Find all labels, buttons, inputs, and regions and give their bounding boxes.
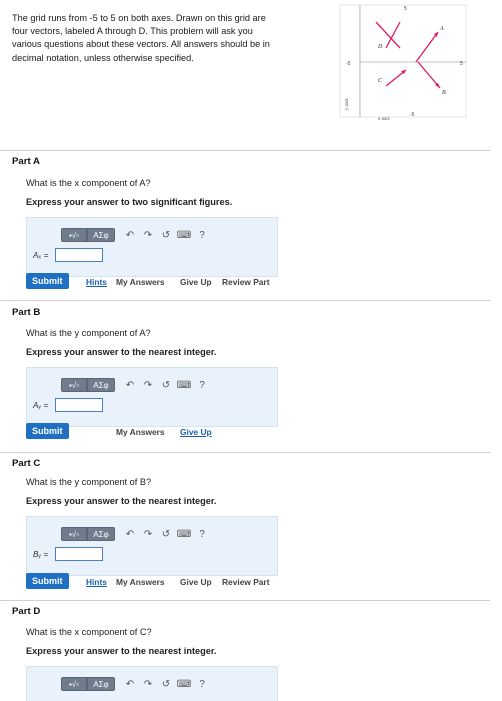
part-c-answer-input[interactable] <box>55 547 103 561</box>
help-icon[interactable]: ? <box>193 679 211 690</box>
part-b-submit-button[interactable]: Submit <box>26 423 69 439</box>
part-a-answer-editor: ▪√▫ ΑΣφ ↶ ↷ ↺ ⌨ ? Aₓ = <box>26 217 278 277</box>
undo-icon[interactable]: ↶ <box>121 230 139 241</box>
part-divider <box>0 600 490 601</box>
greek-button[interactable]: ΑΣφ <box>87 677 115 691</box>
template-button[interactable]: ▪√▫ <box>61 228 87 242</box>
part-b-answer-input[interactable] <box>55 398 103 412</box>
template-button[interactable]: ▪√▫ <box>61 527 87 541</box>
part-c-hints-link[interactable]: Hints <box>86 577 107 587</box>
part-a-question: What is the x component of A? <box>26 178 151 188</box>
part-a-my-answers-link[interactable]: My Answers <box>116 277 165 287</box>
part-c-title: Part C <box>12 458 41 469</box>
intro-line: decimal notation, unless otherwise speci… <box>12 52 194 63</box>
part-d-title: Part D <box>12 606 41 617</box>
redo-icon[interactable]: ↷ <box>139 380 157 391</box>
tick-bottom: -5 <box>410 112 415 118</box>
vector-grid-figure: A B C D 5 -5 5 -5 x axis y axis <box>338 0 478 130</box>
part-b-my-answers-link[interactable]: My Answers <box>116 427 165 437</box>
tick-top: 5 <box>404 6 407 12</box>
template-button[interactable]: ▪√▫ <box>61 677 87 691</box>
part-d-answer-editor: ▪√▫ ΑΣφ ↶ ↷ ↺ ⌨ ? <box>26 666 278 701</box>
part-c-my-answers-link[interactable]: My Answers <box>116 577 165 587</box>
help-icon[interactable]: ? <box>193 380 211 391</box>
part-divider <box>0 150 490 151</box>
part-c-question: What is the y component of B? <box>26 477 152 487</box>
vector-grid-svg: A B C D 5 -5 5 -5 x axis y axis <box>339 4 467 122</box>
editor-toolbar: ▪√▫ ΑΣφ ↶ ↷ ↺ ⌨ ? <box>61 378 211 392</box>
help-icon[interactable]: ? <box>193 529 211 540</box>
intro-line: four vectors, labeled A through D. This … <box>12 26 253 37</box>
tick-right: 5 <box>460 61 463 67</box>
part-a-title: Part A <box>12 156 40 167</box>
part-c-instruction: Express your answer to the nearest integ… <box>26 496 217 506</box>
vector-label-b: B <box>442 90 446 96</box>
greek-button[interactable]: ΑΣφ <box>87 228 115 242</box>
intro-line: The grid runs from -5 to 5 on both axes.… <box>12 13 266 23</box>
intro-line: various questions about these vectors. A… <box>12 39 270 50</box>
part-a-give-up-link[interactable]: Give Up <box>180 277 212 287</box>
part-c-answer-editor: ▪√▫ ΑΣφ ↶ ↷ ↺ ⌨ ? Bᵧ = <box>26 516 278 576</box>
reset-icon[interactable]: ↺ <box>157 230 175 241</box>
vector-label-a: A <box>439 26 444 32</box>
x-axis-label: x axis <box>377 117 390 122</box>
y-axis-label: y axis <box>345 98 350 111</box>
part-d-question: What is the x component of C? <box>26 627 152 637</box>
part-a-variable-label: Aₓ = <box>33 251 49 260</box>
help-icon[interactable]: ? <box>193 230 211 241</box>
editor-toolbar: ▪√▫ ΑΣφ ↶ ↷ ↺ ⌨ ? <box>61 527 211 541</box>
part-b-answer-editor: ▪√▫ ΑΣφ ↶ ↷ ↺ ⌨ ? Aᵧ = <box>26 367 278 427</box>
part-b-give-up-link[interactable]: Give Up <box>180 427 212 437</box>
template-button[interactable]: ▪√▫ <box>61 378 87 392</box>
part-b-title: Part B <box>12 307 41 318</box>
part-a-submit-button[interactable]: Submit <box>26 273 69 289</box>
undo-icon[interactable]: ↶ <box>121 679 139 690</box>
part-c-review-part-link[interactable]: Review Part <box>222 577 269 587</box>
vector-label-d: D <box>377 44 383 50</box>
reset-icon[interactable]: ↺ <box>157 380 175 391</box>
problem-intro: The grid runs from -5 to 5 on both axes.… <box>12 12 330 65</box>
part-divider <box>0 452 490 453</box>
part-a-answer-input[interactable] <box>55 248 103 262</box>
part-b-question: What is the y component of A? <box>26 328 151 338</box>
part-c-variable-label: Bᵧ = <box>33 550 49 559</box>
editor-toolbar: ▪√▫ ΑΣφ ↶ ↷ ↺ ⌨ ? <box>61 228 211 242</box>
part-a-review-part-link[interactable]: Review Part <box>222 277 269 287</box>
part-c-give-up-link[interactable]: Give Up <box>180 577 212 587</box>
greek-button[interactable]: ΑΣφ <box>87 527 115 541</box>
part-b-variable-label: Aᵧ = <box>33 401 49 410</box>
redo-icon[interactable]: ↷ <box>139 529 157 540</box>
keyboard-icon[interactable]: ⌨ <box>175 679 193 690</box>
keyboard-icon[interactable]: ⌨ <box>175 230 193 241</box>
part-b-instruction: Express your answer to the nearest integ… <box>26 347 217 357</box>
part-a-instruction: Express your answer to two significant f… <box>26 197 233 207</box>
undo-icon[interactable]: ↶ <box>121 529 139 540</box>
undo-icon[interactable]: ↶ <box>121 380 139 391</box>
part-divider <box>0 300 490 301</box>
part-d-instruction: Express your answer to the nearest integ… <box>26 646 217 656</box>
redo-icon[interactable]: ↷ <box>139 230 157 241</box>
keyboard-icon[interactable]: ⌨ <box>175 380 193 391</box>
reset-icon[interactable]: ↺ <box>157 529 175 540</box>
tick-left: -5 <box>346 61 351 67</box>
reset-icon[interactable]: ↺ <box>157 679 175 690</box>
grid-frame <box>339 4 467 118</box>
editor-toolbar: ▪√▫ ΑΣφ ↶ ↷ ↺ ⌨ ? <box>61 677 211 691</box>
greek-button[interactable]: ΑΣφ <box>87 378 115 392</box>
redo-icon[interactable]: ↷ <box>139 679 157 690</box>
part-c-submit-button[interactable]: Submit <box>26 573 69 589</box>
keyboard-icon[interactable]: ⌨ <box>175 529 193 540</box>
part-a-hints-link[interactable]: Hints <box>86 277 107 287</box>
